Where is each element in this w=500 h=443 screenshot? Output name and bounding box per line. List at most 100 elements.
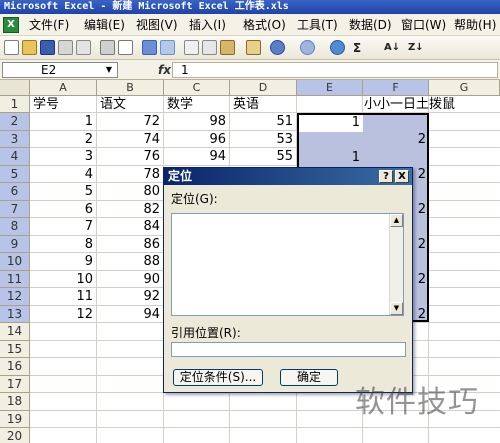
cell-c3[interactable]: 96 — [164, 131, 229, 149]
column-header-b[interactable]: B — [97, 80, 164, 96]
row-header-13[interactable]: 13 — [0, 306, 30, 323]
row-header-15[interactable]: 15 — [0, 341, 30, 358]
special-button[interactable]: 定位条件(S)... — [173, 369, 263, 386]
cell-b4[interactable]: 76 — [97, 148, 163, 166]
cell-c1[interactable]: 数学 — [167, 96, 229, 114]
hyperlink-icon[interactable] — [330, 40, 345, 55]
row-header-11[interactable]: 11 — [0, 271, 30, 288]
cell-b12[interactable]: 92 — [97, 288, 163, 306]
cell-a10[interactable]: 9 — [30, 253, 96, 271]
print-preview-icon[interactable] — [118, 40, 133, 55]
cell-d4[interactable]: 55 — [230, 148, 296, 166]
cell-a8[interactable]: 7 — [30, 218, 96, 236]
cell-a9[interactable]: 8 — [30, 236, 96, 254]
scroll-down-icon[interactable]: ▼ — [390, 302, 403, 315]
cell-b10[interactable]: 88 — [97, 253, 163, 271]
row-header-2[interactable]: 2 — [0, 113, 30, 131]
cell-f3[interactable]: 2 — [363, 131, 429, 149]
redo-icon[interactable] — [300, 40, 315, 55]
autosum-icon[interactable]: Σ — [353, 40, 361, 56]
format-painter-icon[interactable] — [246, 40, 261, 55]
cell-d1[interactable]: 英语 — [233, 96, 295, 114]
ok-button[interactable]: 确定 — [280, 369, 338, 386]
open-icon[interactable] — [22, 40, 37, 55]
menu-window[interactable]: 窗口(W) — [401, 17, 446, 33]
row-header-18[interactable]: 18 — [0, 393, 30, 411]
cell-b9[interactable]: 86 — [97, 236, 163, 254]
cell-c4[interactable]: 94 — [164, 148, 229, 166]
undo-icon[interactable] — [270, 40, 285, 55]
row-header-4[interactable]: 4 — [0, 148, 30, 166]
cell-e4[interactable]: 1 — [297, 149, 363, 167]
cell-b1[interactable]: 语文 — [100, 96, 162, 114]
cell-c2[interactable]: 98 — [164, 113, 229, 131]
cell-b8[interactable]: 84 — [97, 218, 163, 236]
column-header-c[interactable]: C — [164, 80, 230, 96]
close-icon[interactable]: X — [395, 170, 409, 183]
menu-data[interactable]: 数据(D) — [349, 17, 392, 33]
cell-b3[interactable]: 74 — [97, 131, 163, 149]
row-header-5[interactable]: 5 — [0, 166, 30, 183]
cell-a2[interactable]: 1 — [30, 113, 96, 131]
save-icon[interactable] — [40, 40, 55, 55]
row-header-17[interactable]: 17 — [0, 376, 30, 393]
column-header-d[interactable]: D — [230, 80, 297, 96]
menu-insert[interactable]: 插入(I) — [189, 17, 226, 33]
sort-ascending-icon[interactable]: A↓ — [384, 40, 400, 56]
row-header-12[interactable]: 12 — [0, 288, 30, 306]
cell-b11[interactable]: 90 — [97, 271, 163, 289]
excel-icon[interactable]: X — [3, 17, 19, 33]
cell-a7[interactable]: 6 — [30, 201, 96, 219]
cell-b13[interactable]: 94 — [97, 306, 163, 324]
permission-icon[interactable] — [58, 40, 73, 55]
cell-a6[interactable]: 5 — [30, 183, 96, 201]
research-icon[interactable] — [160, 40, 175, 55]
cell-a1[interactable]: 学号 — [33, 96, 95, 114]
dialog-title[interactable]: 定位 — [164, 168, 412, 185]
cell-a5[interactable]: 4 — [30, 166, 96, 184]
print-icon[interactable] — [100, 40, 115, 55]
copy-icon[interactable] — [202, 40, 217, 55]
menu-view[interactable]: 视图(V) — [136, 17, 178, 33]
cell-f1[interactable]: 小小一日土拨鼠 — [364, 96, 474, 114]
scroll-up-icon[interactable]: ▲ — [390, 214, 403, 227]
row-header-10[interactable]: 10 — [0, 253, 30, 271]
column-header-e[interactable]: E — [297, 80, 363, 96]
paste-icon[interactable] — [220, 40, 235, 55]
cell-a11[interactable]: 10 — [30, 271, 96, 289]
menu-help[interactable]: 帮助(H) — [454, 17, 496, 33]
cell-a4[interactable]: 3 — [30, 148, 96, 166]
row-header-8[interactable]: 8 — [0, 218, 30, 236]
row-header-9[interactable]: 9 — [0, 236, 30, 253]
cell-a13[interactable]: 12 — [30, 306, 96, 324]
row-header-7[interactable]: 7 — [0, 201, 30, 218]
goto-list-scrollbar[interactable]: ▲ ▼ — [389, 214, 403, 315]
row-header-19[interactable]: 19 — [0, 411, 30, 428]
menu-file[interactable]: 文件(F) — [29, 17, 69, 33]
sort-descending-icon[interactable]: Z↓ — [408, 40, 424, 56]
column-header-g[interactable]: G — [429, 80, 500, 96]
goto-list[interactable]: ▲ ▼ — [171, 213, 404, 316]
row-header-1[interactable]: 1 — [0, 96, 30, 113]
insert-function-icon[interactable]: fx — [158, 62, 171, 78]
cut-icon[interactable] — [184, 40, 199, 55]
name-box[interactable]: E2 — [2, 62, 118, 78]
row-header-3[interactable]: 3 — [0, 131, 30, 148]
cell-e2[interactable]: 1 — [297, 114, 363, 132]
cell-b7[interactable]: 82 — [97, 201, 163, 219]
row-header-16[interactable]: 16 — [0, 358, 30, 376]
cell-b6[interactable]: 80 — [97, 183, 163, 201]
email-icon[interactable] — [76, 40, 91, 55]
cell-a3[interactable]: 2 — [30, 131, 96, 149]
column-header-f[interactable]: F — [363, 80, 429, 96]
menu-tools[interactable]: 工具(T) — [297, 17, 338, 33]
select-all-corner[interactable] — [0, 80, 30, 96]
help-icon[interactable]: ? — [379, 170, 393, 183]
formula-input[interactable]: 1 — [172, 62, 498, 78]
row-header-14[interactable]: 14 — [0, 323, 30, 341]
cell-b2[interactable]: 72 — [97, 113, 163, 131]
reference-input[interactable] — [171, 342, 406, 357]
menu-format[interactable]: 格式(O) — [243, 17, 286, 33]
row-header-6[interactable]: 6 — [0, 183, 30, 201]
cell-a12[interactable]: 11 — [30, 288, 96, 306]
